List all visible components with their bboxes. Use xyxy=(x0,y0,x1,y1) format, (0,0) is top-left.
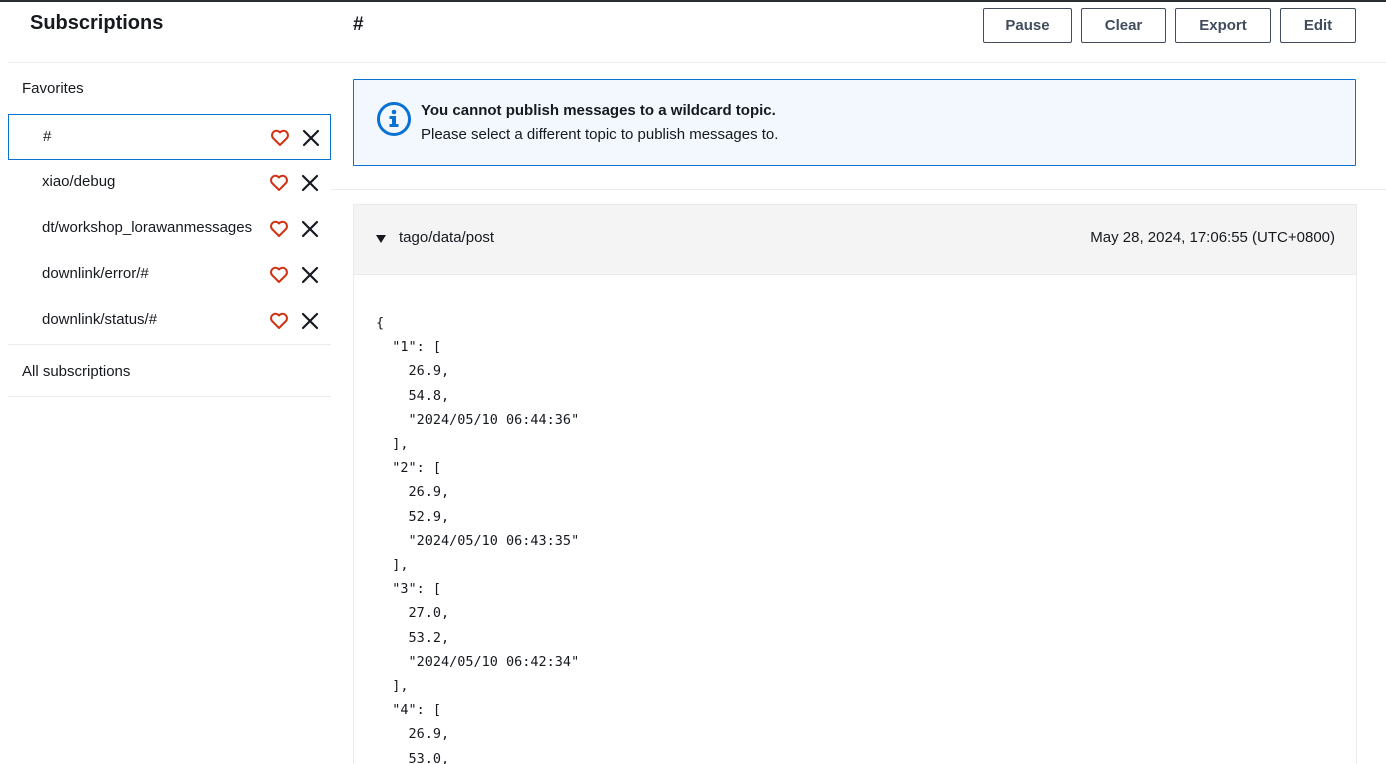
all-subscriptions-label[interactable]: All subscriptions xyxy=(22,363,130,380)
message-card: tago/data/post May 28, 2024, 17:06:55 (U… xyxy=(353,204,1357,764)
subscription-item[interactable]: downlink/error/# xyxy=(8,252,331,298)
payload-line: { xyxy=(376,315,385,331)
subscription-item[interactable]: downlink/status/# xyxy=(8,298,331,344)
message-topic: tago/data/post xyxy=(399,229,495,246)
payload-line: 27.0, xyxy=(376,605,450,622)
favorites-list: # xiao/debug dt/workshop_lorawanmessages… xyxy=(8,114,331,344)
divider xyxy=(8,62,331,63)
payload-line: "2": [ xyxy=(376,460,442,477)
payload-line: 52.9, xyxy=(376,508,450,525)
wildcard-info-alert: You cannot publish messages to a wildcar… xyxy=(353,79,1356,166)
divider xyxy=(331,62,1386,63)
payload-line: 53.2, xyxy=(376,629,450,646)
subscription-label: downlink/error/# xyxy=(42,265,149,282)
heart-icon[interactable] xyxy=(270,128,290,148)
subscription-label: dt/workshop_lorawanmessages xyxy=(42,219,253,236)
subscription-label: # xyxy=(43,128,52,145)
subscription-item[interactable]: # xyxy=(8,114,331,160)
subscription-item[interactable]: dt/workshop_lorawanmessages xyxy=(8,206,331,252)
divider xyxy=(331,189,1386,190)
payload-line: ], xyxy=(376,678,409,695)
payload-line: "4": [ xyxy=(376,702,442,719)
subscriptions-title: Subscriptions xyxy=(30,12,164,34)
message-payload: { "1": [ 26.9, 54.8, "2024/05/10 06:44:3… xyxy=(376,311,579,764)
topic-messages-panel: # Pause Clear Export Edit You cannot pub… xyxy=(331,2,1386,764)
message-toolbar: Pause Clear Export Edit xyxy=(983,8,1356,43)
close-icon[interactable] xyxy=(300,219,320,239)
subscription-label: downlink/status/# xyxy=(42,311,158,328)
alert-title: You cannot publish messages to a wildcar… xyxy=(421,102,776,119)
edit-button[interactable]: Edit xyxy=(1280,8,1356,43)
heart-icon[interactable] xyxy=(269,311,289,331)
close-icon[interactable] xyxy=(300,311,320,331)
payload-line: ], xyxy=(376,436,409,453)
subscriptions-panel: Subscriptions Favorites # xiao/debug dt/… xyxy=(8,2,331,764)
payload-line: 53.0, xyxy=(376,750,450,764)
payload-line: "1": [ xyxy=(376,339,442,356)
payload-line: 26.9, xyxy=(376,484,450,501)
payload-line: "2024/05/10 06:43:35" xyxy=(376,532,580,549)
topic-title: # xyxy=(353,14,364,35)
heart-icon[interactable] xyxy=(269,265,289,285)
clear-button[interactable]: Clear xyxy=(1081,8,1166,43)
pause-button[interactable]: Pause xyxy=(983,8,1072,43)
payload-line: "2024/05/10 06:42:34" xyxy=(376,653,580,670)
payload-line: "3": [ xyxy=(376,581,442,598)
close-icon[interactable] xyxy=(301,128,321,148)
favorites-section-label: Favorites xyxy=(22,80,84,97)
message-header[interactable]: tago/data/post May 28, 2024, 17:06:55 (U… xyxy=(354,205,1356,275)
caret-down-icon[interactable] xyxy=(375,233,387,245)
subscription-item[interactable]: xiao/debug xyxy=(8,160,331,206)
close-icon[interactable] xyxy=(300,265,320,285)
subscription-label: xiao/debug xyxy=(42,173,116,190)
payload-line: 54.8, xyxy=(376,387,450,404)
divider xyxy=(8,344,331,345)
payload-line: 26.9, xyxy=(376,726,450,743)
close-icon[interactable] xyxy=(300,173,320,193)
payload-line: ], xyxy=(376,557,409,574)
message-timestamp: May 28, 2024, 17:06:55 (UTC+0800) xyxy=(1090,229,1335,246)
divider xyxy=(8,396,331,397)
info-icon xyxy=(377,102,411,136)
heart-icon[interactable] xyxy=(269,219,289,239)
heart-icon[interactable] xyxy=(269,173,289,193)
alert-body: Please select a different topic to publi… xyxy=(421,126,779,143)
payload-line: 26.9, xyxy=(376,363,450,380)
export-button[interactable]: Export xyxy=(1175,8,1271,43)
payload-line: "2024/05/10 06:44:36" xyxy=(376,411,580,428)
